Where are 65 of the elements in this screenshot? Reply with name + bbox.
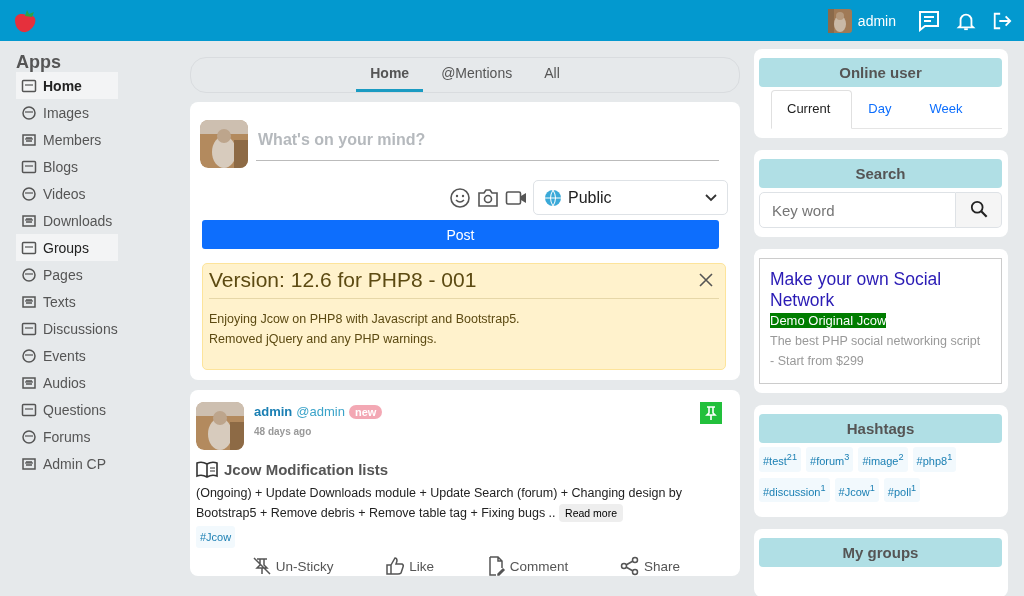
message-icon[interactable] bbox=[918, 9, 940, 32]
feed-tab[interactable]: All bbox=[530, 58, 574, 92]
online-user-tab[interactable]: Week bbox=[913, 90, 985, 128]
feed-tab[interactable]: Home bbox=[356, 58, 424, 92]
privacy-select[interactable]: Public bbox=[533, 180, 728, 215]
ad-title-link[interactable]: Make your own Social Network bbox=[770, 269, 991, 311]
online-user-tab[interactable]: Current bbox=[771, 90, 853, 129]
sidebar-item[interactable]: Blogs bbox=[16, 153, 118, 180]
sidebar-item[interactable]: Videos bbox=[16, 180, 118, 207]
search-button[interactable] bbox=[956, 192, 1002, 228]
post-button[interactable]: Post bbox=[202, 220, 719, 249]
sidebar-item[interactable]: Events bbox=[16, 342, 118, 369]
my-groups-heading: My groups bbox=[759, 538, 1002, 568]
sidebar-item[interactable]: Home bbox=[16, 72, 118, 99]
notice-text: Enjoying Jcow on PHP8 with Javascript and Bootstrap5. bbox=[209, 311, 521, 328]
hashtag-link[interactable]: #image$^{2}$ bbox=[858, 447, 908, 472]
new-badge: new bbox=[348, 404, 383, 419]
hashtag-link[interactable]: #Jcow$^{1}$ bbox=[834, 477, 879, 503]
close-icon[interactable] bbox=[699, 273, 713, 287]
sidebar-heading: Apps bbox=[16, 52, 62, 72]
camera-icon[interactable] bbox=[477, 186, 499, 209]
chevron-down-icon bbox=[705, 193, 717, 202]
username-link[interactable]: admin bbox=[857, 12, 896, 29]
online-user-heading: Online user bbox=[759, 58, 1002, 87]
post-action-button[interactable]: Comment bbox=[485, 556, 569, 576]
sidebar-item[interactable]: Audios bbox=[16, 369, 118, 396]
notice-title: Version: 12.6 for PHP8 - 001 bbox=[209, 268, 477, 292]
thumbs-up-icon bbox=[385, 556, 406, 576]
post-text: (Ongoing) + Update Downloads module + Update Search (forum) + Changing design by Bootstrap5 + Remove debris + Remove table tag + Fixing bugs .. Read more bbox=[196, 485, 684, 523]
sidebar-item[interactable]: Members bbox=[16, 126, 118, 153]
search-icon bbox=[969, 199, 988, 218]
author-link[interactable]: admin bbox=[254, 404, 293, 419]
unpin-icon bbox=[251, 556, 272, 576]
share-icon bbox=[620, 556, 641, 576]
hashtag-link[interactable]: #php8$^{1}$ bbox=[912, 447, 957, 472]
sidebar-item[interactable]: Forums bbox=[16, 423, 118, 450]
read-more-button[interactable]: Read more bbox=[559, 504, 623, 522]
sidebar-item[interactable]: Downloads bbox=[16, 207, 118, 234]
demo-link[interactable]: Demo Original Jcow bbox=[770, 313, 887, 328]
online-user-tab[interactable]: Day bbox=[852, 90, 914, 128]
hashtag-link[interactable]: #test$^{21}$ bbox=[759, 447, 802, 472]
post-title: Jcow Modification lists bbox=[224, 460, 389, 478]
hashtag-link[interactable]: #Jcow bbox=[196, 526, 236, 548]
post-action-button[interactable]: Like bbox=[385, 556, 435, 576]
smiley-icon[interactable] bbox=[449, 186, 471, 209]
keyword-search-field[interactable]: Key word bbox=[759, 192, 956, 228]
hashtag-link[interactable]: #forum$^{3}$ bbox=[806, 447, 854, 472]
sidebar-item[interactable]: Pages bbox=[16, 261, 118, 288]
post-action-button[interactable]: Un-Sticky bbox=[251, 556, 334, 576]
sidebar-item[interactable]: Texts bbox=[16, 288, 118, 315]
sidebar-item[interactable]: Questions bbox=[16, 396, 118, 423]
search-heading: Search bbox=[759, 159, 1002, 188]
post-action-button[interactable]: Share bbox=[620, 556, 681, 576]
hashtag-link[interactable]: #discussion$^{1}$ bbox=[759, 477, 830, 503]
post-time: 48 days ago bbox=[254, 426, 312, 437]
sidebar-item[interactable]: Groups bbox=[16, 234, 118, 261]
hashtags-heading: Hashtags bbox=[759, 414, 1002, 443]
hashtag-link[interactable]: #poll$^{1}$ bbox=[883, 477, 921, 503]
sidebar-item[interactable]: Admin CP bbox=[16, 450, 118, 477]
feed-tab[interactable]: @Mentions bbox=[427, 58, 527, 92]
sidebar-item[interactable]: Images bbox=[16, 99, 118, 126]
ad-text: The best PHP social networking script - Start from $299 bbox=[770, 333, 982, 370]
sidebar-item[interactable]: Discussions bbox=[16, 315, 118, 342]
notice-text: Removed jQuery and any PHP warnings. bbox=[209, 331, 438, 348]
globe-icon bbox=[544, 188, 562, 207]
